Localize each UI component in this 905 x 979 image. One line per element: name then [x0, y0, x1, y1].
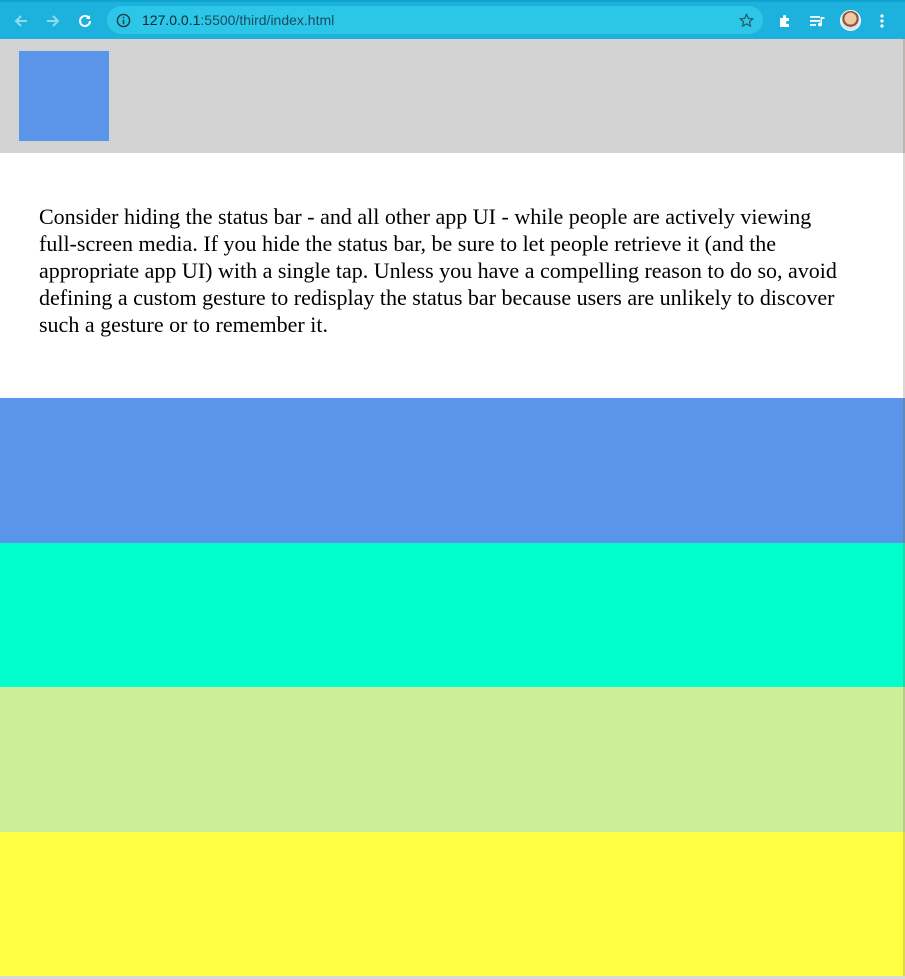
color-band-blue	[0, 398, 905, 543]
browser-toolbar: 127.0.0.1:5500/third/index.html	[0, 0, 905, 39]
url-text[interactable]: 127.0.0.1:5500/third/index.html	[142, 6, 334, 34]
content-section: Consider hiding the status bar - and all…	[0, 153, 905, 398]
page-header	[0, 39, 905, 153]
arrow-right-icon[interactable]	[40, 2, 66, 39]
address-bar[interactable]: 127.0.0.1:5500/third/index.html	[107, 6, 763, 34]
puzzle-icon[interactable]	[774, 2, 796, 39]
body-paragraph: Consider hiding the status bar - and all…	[39, 204, 837, 337]
url-host: 127.0.0.1	[142, 12, 201, 28]
star-icon[interactable]	[739, 6, 754, 34]
color-band-aqua	[0, 543, 905, 688]
info-icon[interactable]	[116, 6, 131, 34]
arrow-left-icon[interactable]	[8, 2, 34, 39]
color-band-yellow	[0, 832, 905, 976]
logo-box	[19, 51, 109, 141]
url-path: :5500/third/index.html	[200, 12, 335, 28]
kebab-menu-icon[interactable]	[872, 2, 892, 39]
avatar[interactable]	[840, 10, 861, 31]
reload-icon[interactable]	[72, 2, 98, 39]
color-band-lime	[0, 687, 905, 832]
media-queue-icon[interactable]	[806, 2, 830, 39]
